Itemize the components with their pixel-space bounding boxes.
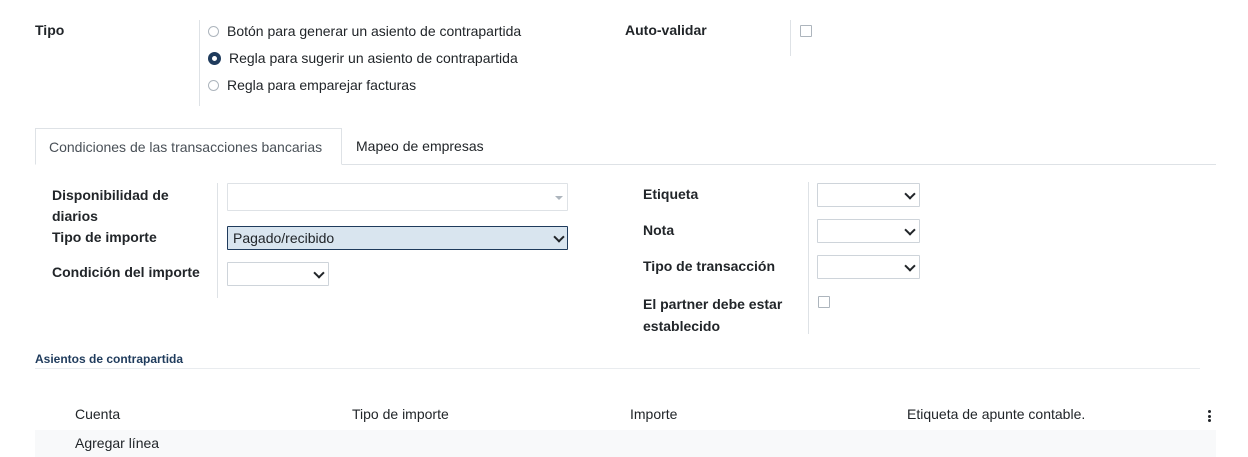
column-importe[interactable]: Importe <box>630 406 677 422</box>
tipo-importe-label: Tipo de importe <box>52 229 157 245</box>
section-divider <box>35 368 1200 369</box>
chevron-down-icon <box>904 188 916 200</box>
column-cuenta[interactable]: Cuenta <box>75 406 120 422</box>
column-tipo-importe[interactable]: Tipo de importe <box>352 406 449 422</box>
radio-checked-icon[interactable] <box>208 51 221 65</box>
partner-checkbox[interactable] <box>818 296 830 308</box>
tipo-option-label: Regla para emparejar facturas <box>227 77 417 93</box>
chevron-down-icon <box>313 267 325 279</box>
tipo-transaccion-select[interactable] <box>817 255 920 279</box>
radio-icon[interactable] <box>208 25 219 37</box>
condicion-importe-select[interactable] <box>227 262 329 286</box>
add-line-link[interactable]: Agregar línea <box>75 435 159 451</box>
caret-down-icon <box>555 196 563 200</box>
auto-validar-separator <box>790 20 791 56</box>
contrapartida-title: Asientos de contrapartida <box>35 352 184 366</box>
auto-validar-label: Auto-validar <box>625 22 707 38</box>
chevron-down-icon <box>904 260 916 272</box>
tipo-transaccion-label: Tipo de transacción <box>643 258 775 274</box>
column-etiqueta-apunte[interactable]: Etiqueta de apunte contable. <box>907 406 1085 422</box>
etiqueta-select[interactable] <box>817 183 920 207</box>
etiqueta-label: Etiqueta <box>643 186 699 202</box>
conditions-right-separator <box>808 182 809 334</box>
disponibilidad-label: Disponibilidad de diarios <box>52 187 169 224</box>
tipo-option-sugerir[interactable]: Regla para sugerir un asiento de contrap… <box>208 48 518 68</box>
tipo-option-emparejar[interactable]: Regla para emparejar facturas <box>208 75 416 95</box>
disponibilidad-diarios-input[interactable] <box>227 183 568 211</box>
column-options-icon[interactable] <box>1208 410 1211 424</box>
tipo-option-label: Regla para sugerir un asiento de contrap… <box>229 50 518 66</box>
tab-mapeo-empresas[interactable]: Mapeo de empresas <box>343 128 497 164</box>
auto-validar-checkbox[interactable] <box>800 25 812 37</box>
tipo-separator <box>199 20 200 106</box>
conditions-left-separator <box>217 183 218 298</box>
tab-bar: Condiciones de las transacciones bancari… <box>35 128 1216 165</box>
condicion-importe-label: Condición del importe <box>52 264 200 280</box>
table-row-add: Agregar línea <box>35 430 1216 457</box>
nota-select[interactable] <box>817 219 920 243</box>
tipo-option-label: Botón para generar un asiento de contrap… <box>227 23 522 39</box>
chevron-down-icon <box>904 224 916 236</box>
chevron-down-icon <box>553 231 565 243</box>
tipo-label: Tipo <box>35 22 65 38</box>
partner-label: El partner debe estar establecido <box>643 296 783 334</box>
tipo-importe-select[interactable]: Pagado/recibido <box>227 226 568 250</box>
nota-label: Nota <box>643 222 675 238</box>
tab-condiciones[interactable]: Condiciones de las transacciones bancari… <box>35 128 342 165</box>
tipo-option-boton[interactable]: Botón para generar un asiento de contrap… <box>208 21 521 41</box>
radio-icon[interactable] <box>208 79 219 91</box>
